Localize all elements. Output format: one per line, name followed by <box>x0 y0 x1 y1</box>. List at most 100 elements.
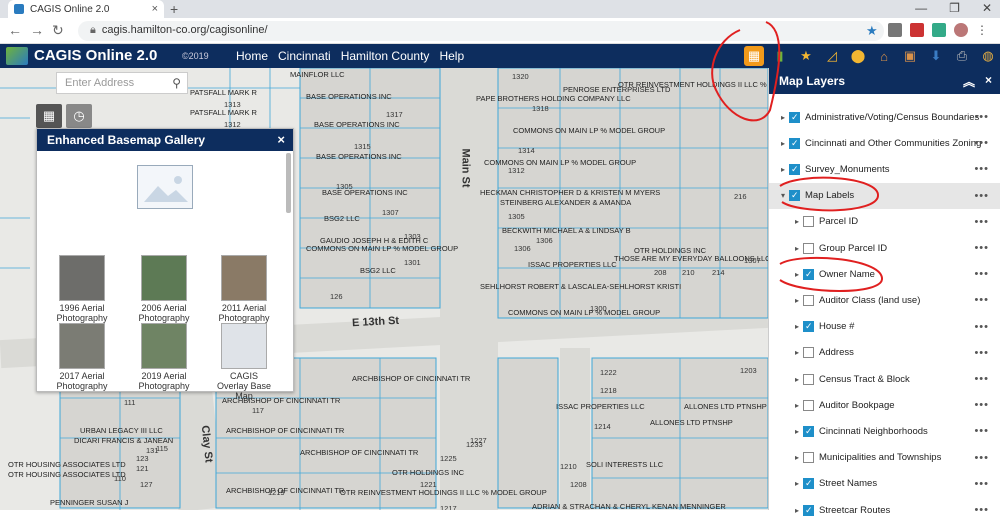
more-options-icon[interactable]: ••• <box>974 504 989 516</box>
layer-checkbox[interactable] <box>803 268 814 280</box>
basemap-2017-aerial[interactable]: 2017 Aerial Photography <box>53 323 111 391</box>
expand-icon[interactable]: ▸ <box>795 401 799 410</box>
menu-icon[interactable]: ⋮ <box>976 23 990 37</box>
expand-icon[interactable]: ▾ <box>781 191 785 200</box>
more-options-icon[interactable]: ••• <box>974 137 989 149</box>
more-options-icon[interactable]: ••• <box>974 216 989 228</box>
more-options-icon[interactable]: ••• <box>974 190 989 202</box>
expand-icon[interactable]: ▸ <box>795 296 799 305</box>
more-options-icon[interactable]: ••• <box>974 399 989 411</box>
basemap-overlay[interactable]: CAGIS Overlay Base Map <box>215 323 273 401</box>
layer-checkbox[interactable] <box>803 425 814 437</box>
close-icon[interactable]: × <box>985 73 992 90</box>
home-icon[interactable]: ⌂ <box>874 46 894 66</box>
basemap-2006-aerial[interactable]: 2006 Aerial Photography <box>135 255 193 323</box>
expand-icon[interactable]: ▸ <box>781 139 785 148</box>
more-options-icon[interactable]: ••• <box>974 347 989 359</box>
layer-checkbox[interactable] <box>803 452 814 464</box>
more-options-icon[interactable]: ••• <box>974 373 989 385</box>
basemap-1996-aerial[interactable]: 1996 Aerial Photography <box>53 255 111 323</box>
close-icon[interactable]: × <box>277 132 285 147</box>
layer-checkbox[interactable] <box>803 321 814 333</box>
layer-row[interactable]: ▸ Owner Name ••• <box>769 261 1000 287</box>
nav-hamilton-county[interactable]: Hamilton County <box>341 49 430 63</box>
download-icon[interactable]: ⬇ <box>926 46 946 66</box>
expand-icon[interactable]: ▸ <box>795 453 799 462</box>
layer-row[interactable]: ▸ Streetcar Routes ••• <box>769 497 1000 523</box>
basemap-2011-aerial[interactable]: 2011 Aerial Photography <box>215 255 273 323</box>
nav-help[interactable]: Help <box>439 49 464 63</box>
extension-icon[interactable] <box>910 23 924 37</box>
minimize-icon[interactable]: — <box>915 1 927 15</box>
layer-row[interactable]: ▸ Street Names ••• <box>769 471 1000 497</box>
info-icon[interactable]: ▣ <box>900 46 920 66</box>
layer-row[interactable]: ▸ Cincinnati Neighborhoods ••• <box>769 418 1000 444</box>
history-icon[interactable]: ◷ <box>66 104 92 128</box>
more-options-icon[interactable]: ••• <box>974 425 989 437</box>
search-icon[interactable]: ⚲ <box>172 76 181 90</box>
maximize-icon[interactable]: ❐ <box>949 1 960 15</box>
layer-checkbox[interactable] <box>803 399 814 411</box>
layer-checkbox[interactable] <box>803 504 814 516</box>
layer-row[interactable]: ▸ Survey_Monuments ••• <box>769 156 1000 182</box>
new-tab-icon[interactable]: + <box>170 1 178 17</box>
layer-checkbox[interactable] <box>789 111 800 123</box>
more-options-icon[interactable]: ••• <box>974 294 989 306</box>
layer-checkbox[interactable] <box>803 216 814 228</box>
forward-icon[interactable]: → <box>30 22 44 38</box>
reload-icon[interactable]: ↻ <box>52 22 64 39</box>
more-options-icon[interactable]: ••• <box>974 163 989 175</box>
layer-checkbox[interactable] <box>803 242 814 254</box>
expand-icon[interactable]: ▸ <box>795 375 799 384</box>
bookmark-icon[interactable]: ▮ <box>770 46 790 66</box>
print-icon[interactable]: ⎙ <box>952 46 972 66</box>
layer-row[interactable]: ▸ Administrative/Voting/Census Boundaries… <box>769 104 1000 130</box>
expand-icon[interactable]: ▸ <box>781 113 785 122</box>
more-options-icon[interactable]: ••• <box>974 268 989 280</box>
nav-cincinnati[interactable]: Cincinnati <box>278 49 331 63</box>
layer-checkbox[interactable] <box>803 373 814 385</box>
layer-checkbox[interactable] <box>789 190 800 202</box>
browser-tab[interactable]: CAGIS Online 2.0 × <box>8 0 164 18</box>
expand-icon[interactable]: ▸ <box>795 322 799 331</box>
more-options-icon[interactable]: ••• <box>974 478 989 490</box>
more-options-icon[interactable]: ••• <box>974 111 989 123</box>
layer-row[interactable]: ▾ Map Labels ••• <box>769 182 1000 209</box>
address-search-input[interactable]: Enter Address ⚲ <box>56 72 188 94</box>
layer-checkbox[interactable] <box>803 294 814 306</box>
extension-icon[interactable] <box>932 23 946 37</box>
layer-row[interactable]: ▸ Auditor Class (land use) ••• <box>769 287 1000 313</box>
expand-icon[interactable]: ▸ <box>795 506 799 515</box>
layer-row[interactable]: ▸ Parcel ID ••• <box>769 209 1000 235</box>
compass-icon[interactable]: ◍ <box>978 46 998 66</box>
expand-icon[interactable]: ▸ <box>795 244 799 253</box>
expand-icon[interactable]: ▸ <box>795 479 799 488</box>
expand-icon[interactable]: ▸ <box>795 217 799 226</box>
window-close-icon[interactable]: ✕ <box>982 1 992 15</box>
avatar[interactable] <box>954 23 968 37</box>
layer-checkbox[interactable] <box>803 478 814 490</box>
basemap-gallery-icon[interactable]: ▦ <box>36 104 62 128</box>
layer-row[interactable]: ▸ Municipalities and Townships ••• <box>769 445 1000 471</box>
close-tab-icon[interactable]: × <box>152 3 158 15</box>
basemap-2019-aerial[interactable]: 2019 Aerial Photography <box>135 323 193 391</box>
gallery-scrollbar[interactable] <box>286 153 291 213</box>
url-field[interactable]: 🔒︎ cagis.hamilton-co.org/cagisonline/ <box>78 21 884 41</box>
favorites-icon[interactable]: ★ <box>796 46 816 66</box>
back-icon[interactable]: ← <box>8 22 22 38</box>
expand-icon[interactable]: ▸ <box>781 165 785 174</box>
collapse-icon[interactable]: ︽ <box>963 73 975 90</box>
layer-checkbox[interactable] <box>789 137 800 149</box>
expand-icon[interactable]: ▸ <box>795 270 799 279</box>
expand-icon[interactable]: ▸ <box>795 348 799 357</box>
star-icon[interactable]: ★ <box>866 23 880 38</box>
layer-row[interactable]: ▸ Census Tract & Block ••• <box>769 366 1000 392</box>
measure-icon[interactable]: ◿ <box>822 46 842 66</box>
layer-row[interactable]: ▸ House # ••• <box>769 314 1000 340</box>
layer-row[interactable]: ▸ Address ••• <box>769 340 1000 366</box>
expand-icon[interactable]: ▸ <box>795 427 799 436</box>
more-options-icon[interactable]: ••• <box>974 242 989 254</box>
layer-row[interactable]: ▸ Cincinnati and Other Communities Zoning… <box>769 130 1000 156</box>
extension-icon[interactable] <box>888 23 902 37</box>
layer-checkbox[interactable] <box>803 347 814 359</box>
